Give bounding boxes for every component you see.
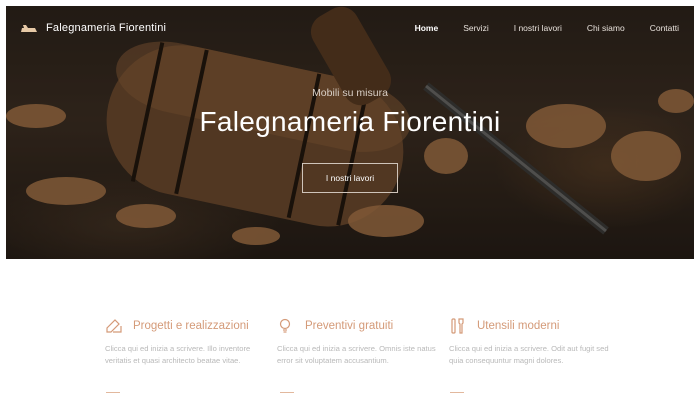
feature-title: Preventivi gratuiti <box>305 320 394 332</box>
feature-text: Clicca qui ed inizia a scrivere. Illo in… <box>105 344 251 365</box>
tools-icon <box>451 318 464 334</box>
nav-contatti[interactable]: Contatti <box>650 23 679 33</box>
feature-card: Preventivi gratuiti Clicca qui ed inizia… <box>277 318 437 367</box>
brand-name: Falegnameria Fiorentini <box>46 22 167 34</box>
hero-cta-button[interactable]: I nostri lavori <box>302 163 398 193</box>
feature-title: Progetti e realizzazioni <box>133 320 249 332</box>
hero-subtitle: Mobili su misura <box>312 87 388 99</box>
feature-card: Utensili moderni Clicca qui ed inizia a … <box>449 318 609 367</box>
feature-title: Utensili moderni <box>477 320 560 332</box>
pencil-ruler-icon <box>106 319 122 333</box>
nav-lavori[interactable]: I nostri lavori <box>514 23 562 33</box>
lightbulb-icon <box>279 318 291 333</box>
next-row-icons <box>0 392 700 400</box>
main-nav: Home Servizi I nostri lavori Chi siamo C… <box>415 23 694 33</box>
feature-card: Progetti e realizzazioni Clicca qui ed i… <box>105 318 265 367</box>
partial-icon <box>280 392 294 400</box>
nav-servizi[interactable]: Servizi <box>463 23 489 33</box>
plane-tool-icon <box>21 25 37 32</box>
feature-text: Clicca qui ed inizia a scrivere. Odit au… <box>449 344 609 365</box>
feature-text: Clicca qui ed inizia a scrivere. Omnis i… <box>277 344 436 365</box>
brand[interactable]: Falegnameria Fiorentini <box>20 22 166 34</box>
partial-icon <box>450 392 464 400</box>
partial-icon <box>106 392 120 400</box>
hero-banner: Falegnameria Fiorentini Home Servizi I n… <box>6 6 694 259</box>
nav-chi-siamo[interactable]: Chi siamo <box>587 23 625 33</box>
nav-home[interactable]: Home <box>415 23 439 33</box>
hero-title: Falegnameria Fiorentini <box>199 106 501 137</box>
